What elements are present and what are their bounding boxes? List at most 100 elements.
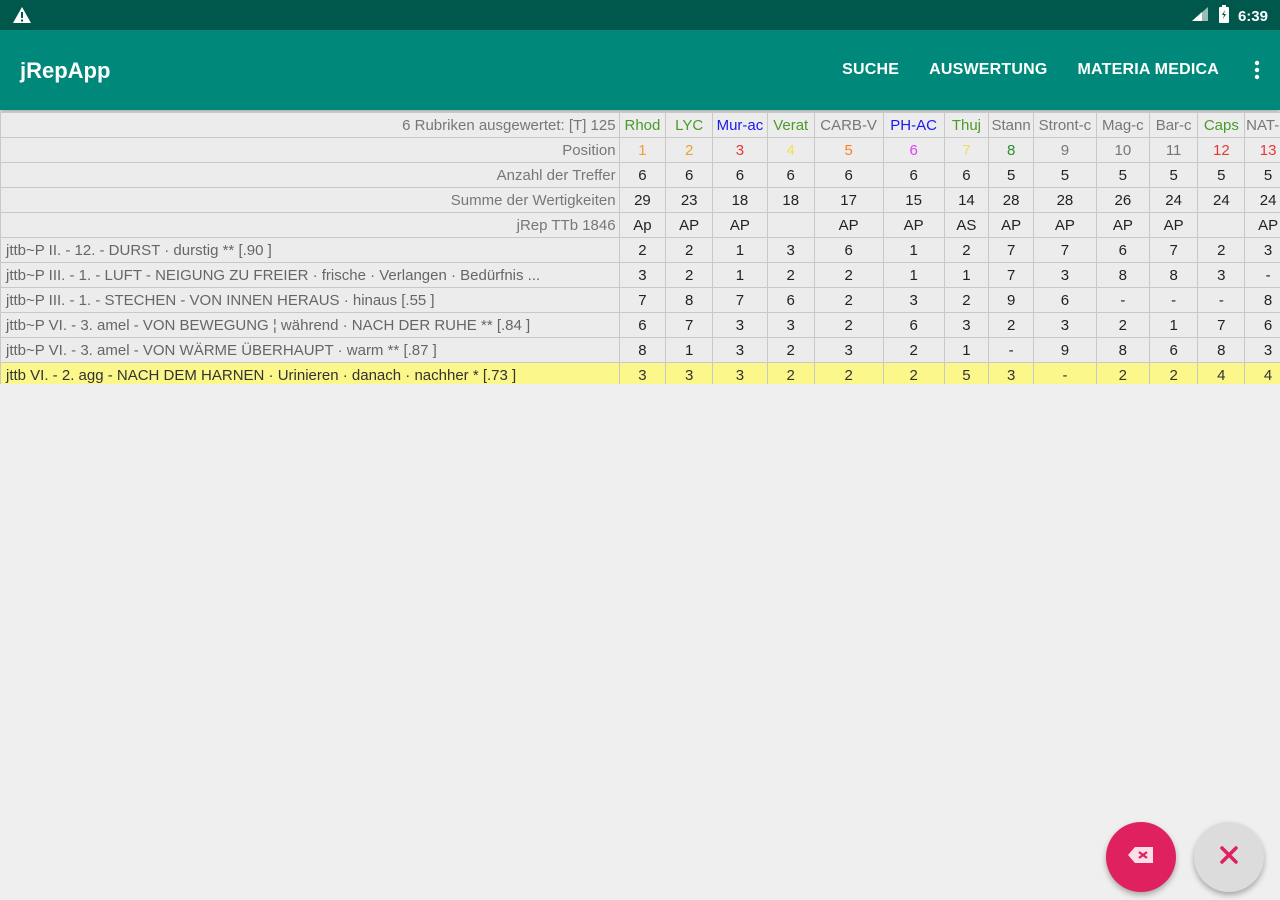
remedy-header-cell[interactable]: PH-AC	[882, 112, 945, 138]
position-cell[interactable]: 1	[618, 137, 667, 163]
grade-cell[interactable]: 2	[766, 337, 815, 363]
grade-cell[interactable]: 7	[618, 287, 667, 313]
menu-auswertung[interactable]: AUSWERTUNG	[914, 61, 1062, 79]
grade-cell[interactable]: 1	[882, 237, 945, 263]
sum-cell[interactable]: 18	[712, 187, 768, 213]
hits-cell[interactable]: 5	[988, 162, 1034, 188]
grade-cell[interactable]: 2	[943, 287, 990, 313]
remedy-header-cell[interactable]: Mag-c	[1095, 112, 1150, 138]
grade-cell[interactable]: 7	[988, 262, 1034, 288]
grade-cell[interactable]: 2	[1148, 362, 1199, 384]
grade-cell[interactable]: 2	[813, 362, 884, 384]
grade-cell[interactable]: 8	[1197, 337, 1246, 363]
grade-cell[interactable]: 7	[1197, 312, 1246, 338]
grade-cell[interactable]: 3	[1244, 337, 1280, 363]
position-cell[interactable]: 13	[1244, 137, 1280, 163]
menu-materia-medica[interactable]: MATERIA MEDICA	[1063, 61, 1234, 79]
remedy-header-cell[interactable]: NAT-C	[1244, 112, 1280, 138]
grade-cell[interactable]: 5	[943, 362, 990, 384]
grade-cell[interactable]: 3	[1244, 237, 1280, 263]
remedy-header-cell[interactable]: Rhod	[618, 112, 667, 138]
hits-cell[interactable]: 6	[813, 162, 884, 188]
grade-cell[interactable]: 2	[766, 362, 815, 384]
grade-cell[interactable]: 3	[1032, 262, 1097, 288]
remedy-header-cell[interactable]: Bar-c	[1148, 112, 1199, 138]
sum-cell[interactable]: 14	[943, 187, 990, 213]
grade-cell[interactable]: -	[1148, 287, 1199, 313]
grade-cell[interactable]: 2	[813, 312, 884, 338]
grade-cell[interactable]: 1	[665, 337, 714, 363]
more-vert-icon[interactable]	[1234, 60, 1280, 80]
position-cell[interactable]: 11	[1148, 137, 1199, 163]
menu-suche[interactable]: SUCHE	[827, 61, 914, 79]
grade-cell[interactable]: 3	[1032, 312, 1097, 338]
grade-cell[interactable]: 3	[766, 237, 815, 263]
position-cell[interactable]: 4	[766, 137, 815, 163]
hits-cell[interactable]: 5	[1095, 162, 1150, 188]
grade-cell[interactable]: 1	[943, 262, 990, 288]
grade-cell[interactable]: 2	[1095, 312, 1150, 338]
grade-cell[interactable]: -	[1032, 362, 1097, 384]
clear-button[interactable]	[1194, 822, 1264, 892]
source-cell[interactable]: AP	[882, 212, 945, 238]
grade-cell[interactable]: 3	[1197, 262, 1246, 288]
grade-cell[interactable]: 2	[882, 362, 945, 384]
grade-cell[interactable]: 6	[1148, 337, 1199, 363]
grade-cell[interactable]: 1	[1148, 312, 1199, 338]
rubric-text[interactable]: jttb~P III. - 1. - LUFT - NEIGUNG ZU FRE…	[0, 262, 620, 288]
grade-cell[interactable]: 8	[665, 287, 714, 313]
position-cell[interactable]: 5	[813, 137, 884, 163]
source-cell[interactable]	[1197, 212, 1246, 238]
rubric-row[interactable]: jttb~P VI. - 3. amel - VON WÄRME ÜBERHAU…	[0, 337, 1280, 363]
grade-cell[interactable]: 2	[1095, 362, 1150, 384]
grade-cell[interactable]: 3	[665, 362, 714, 384]
grade-cell[interactable]: 2	[665, 262, 714, 288]
position-cell[interactable]: 8	[988, 137, 1034, 163]
source-cell[interactable]: AP	[712, 212, 768, 238]
grade-cell[interactable]: 4	[1197, 362, 1246, 384]
hits-cell[interactable]: 6	[712, 162, 768, 188]
grade-cell[interactable]: 3	[882, 287, 945, 313]
hits-cell[interactable]: 5	[1032, 162, 1097, 188]
rubric-text[interactable]: jttb VI. - 2. agg - NACH DEM HARNEN · Ur…	[0, 362, 620, 384]
grade-cell[interactable]: 6	[618, 312, 667, 338]
grade-cell[interactable]: 6	[1032, 287, 1097, 313]
sum-cell[interactable]: 23	[665, 187, 714, 213]
sum-cell[interactable]: 28	[1032, 187, 1097, 213]
hits-cell[interactable]: 5	[1148, 162, 1199, 188]
source-cell[interactable]: AP	[1032, 212, 1097, 238]
hits-cell[interactable]: 6	[943, 162, 990, 188]
source-cell[interactable]	[766, 212, 815, 238]
remedy-header-cell[interactable]: Stront-c	[1032, 112, 1097, 138]
remedy-header-cell[interactable]: Mur-ac	[712, 112, 768, 138]
grade-cell[interactable]: 8	[1095, 262, 1150, 288]
source-cell[interactable]: AP	[1244, 212, 1280, 238]
grade-cell[interactable]: 1	[712, 237, 768, 263]
hits-cell[interactable]: 5	[1244, 162, 1280, 188]
remedy-header-cell[interactable]: Thuj	[943, 112, 990, 138]
position-cell[interactable]: 6	[882, 137, 945, 163]
grade-cell[interactable]: 2	[665, 237, 714, 263]
sum-cell[interactable]: 17	[813, 187, 884, 213]
grade-cell[interactable]: 7	[1148, 237, 1199, 263]
grade-cell[interactable]: 1	[712, 262, 768, 288]
source-cell[interactable]: Ap	[618, 212, 667, 238]
grade-cell[interactable]: 2	[882, 337, 945, 363]
source-cell[interactable]: AP	[665, 212, 714, 238]
hits-cell[interactable]: 6	[665, 162, 714, 188]
grade-cell[interactable]: 4	[1244, 362, 1280, 384]
source-cell[interactable]: AP	[813, 212, 884, 238]
rubric-text[interactable]: jttb~P III. - 1. - STECHEN - VON INNEN H…	[0, 287, 620, 313]
remedy-header-cell[interactable]: CARB-V	[813, 112, 884, 138]
rubric-row[interactable]: jttb~P III. - 1. - LUFT - NEIGUNG ZU FRE…	[0, 262, 1280, 288]
sum-cell[interactable]: 26	[1095, 187, 1150, 213]
grade-cell[interactable]: -	[988, 337, 1034, 363]
grade-cell[interactable]: 2	[813, 262, 884, 288]
grade-cell[interactable]: 3	[618, 362, 667, 384]
sum-cell[interactable]: 24	[1197, 187, 1246, 213]
grade-cell[interactable]: 6	[882, 312, 945, 338]
remedy-header-cell[interactable]: Caps	[1197, 112, 1246, 138]
rubric-row-selected[interactable]: jttb VI. - 2. agg - NACH DEM HARNEN · Ur…	[0, 362, 1280, 384]
grade-cell[interactable]: 7	[712, 287, 768, 313]
grade-cell[interactable]: 2	[766, 262, 815, 288]
